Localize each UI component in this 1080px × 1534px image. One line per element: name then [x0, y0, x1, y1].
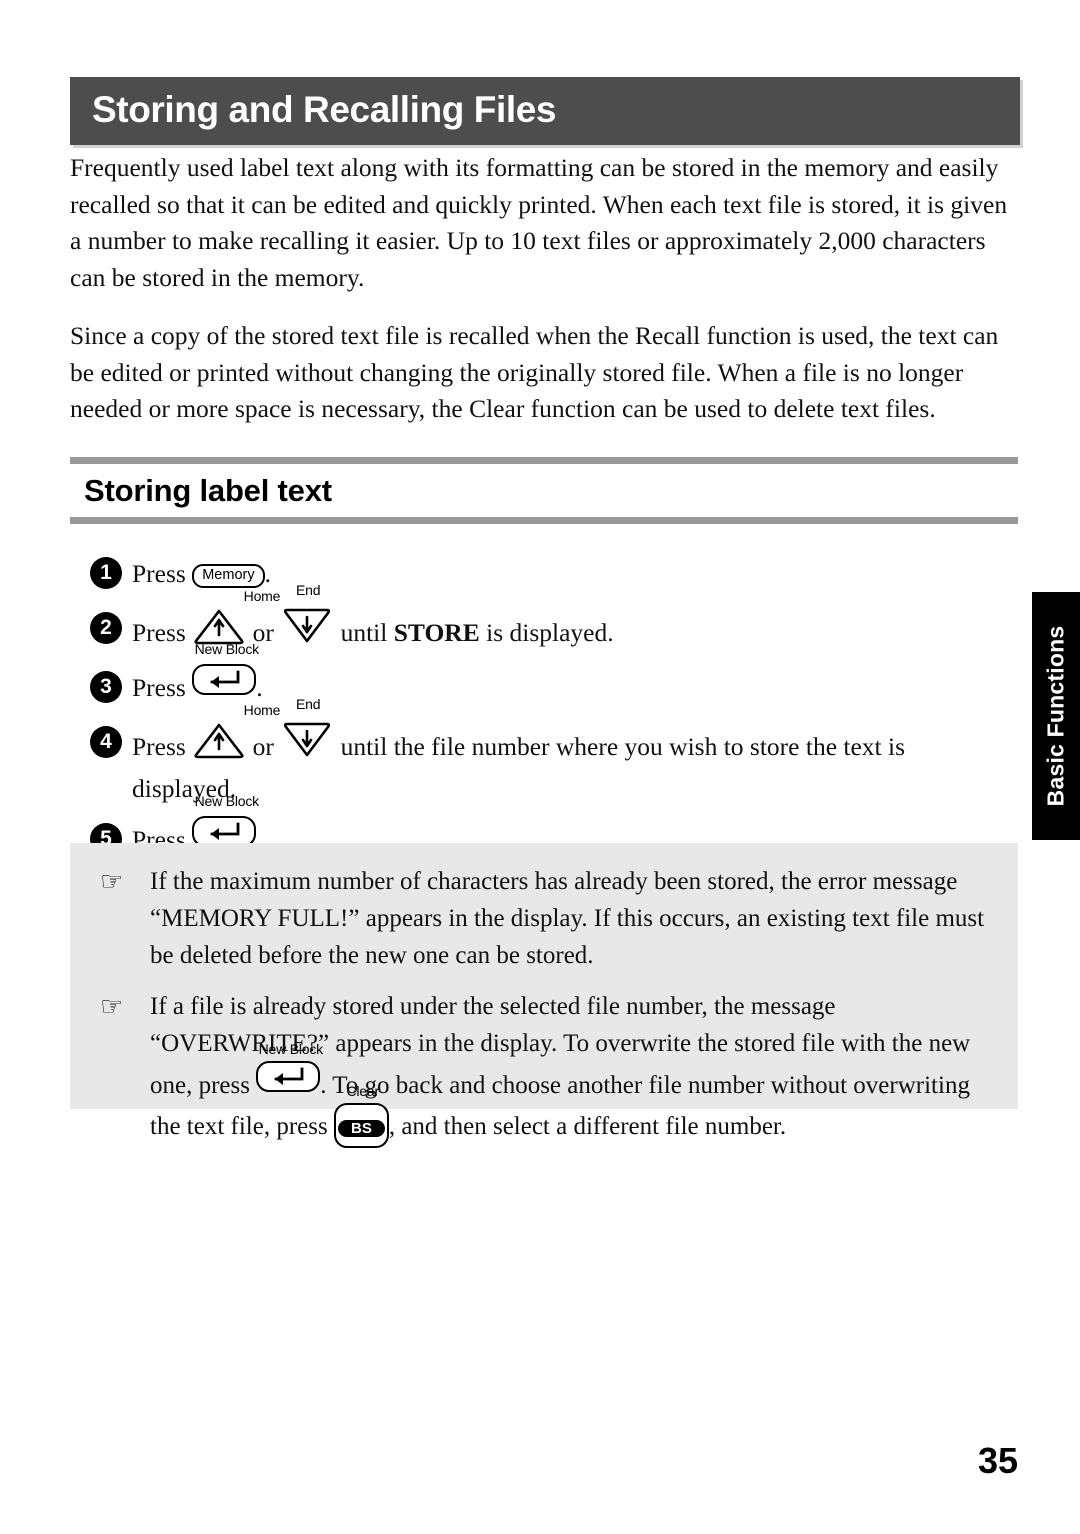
step-3: 3 Press New Block .	[70, 642, 1000, 713]
new-block-key-label: New Block	[258, 1041, 324, 1057]
section-heading: Storing label text	[84, 473, 332, 508]
end-key-label: End	[296, 696, 321, 712]
enter-key-body	[192, 664, 257, 695]
note-1: ☞ If the maximum number of characters ha…	[92, 863, 996, 974]
page-title: Storing and Recalling Files	[92, 89, 557, 131]
note-2-part-3: , and then select a different file numbe…	[388, 1113, 787, 1140]
clear-key-label: Clear	[346, 1083, 379, 1099]
step-number-badge: 2	[90, 612, 122, 644]
backspace-clear-key-icon[interactable]: Clear BS	[333, 1084, 389, 1149]
step-1: 1 Press Memory.	[70, 548, 1000, 599]
step-2-text-tail: is displayed.	[479, 618, 614, 647]
step-number-badge: 3	[90, 671, 122, 703]
intro-paragraph-2: Since a copy of the stored text file is …	[70, 321, 999, 423]
backspace-key-label: BS	[337, 1120, 385, 1137]
down-arrow-end-key-icon[interactable]: End	[280, 583, 334, 658]
procedure-steps: 1 Press Memory. 2 Press Home or End unti…	[70, 548, 1000, 869]
section-heading-block: Storing label text	[70, 457, 1018, 524]
intro-paragraph-1: Frequently used label text along with it…	[70, 153, 1008, 292]
backspace-key-body: BS	[333, 1103, 389, 1148]
memory-key-label: Memory	[192, 564, 265, 588]
down-arrow-end-key-icon[interactable]: End	[280, 697, 334, 768]
heading-rule-bottom	[70, 517, 1018, 524]
up-arrow-home-key-icon[interactable]: Home	[192, 703, 280, 768]
home-key-label: Home	[243, 702, 281, 718]
step-number-badge: 1	[90, 557, 122, 589]
home-key-label: Home	[243, 588, 281, 604]
enter-new-block-key-icon[interactable]: New Block	[256, 1042, 323, 1104]
step-1-text-after: .	[264, 559, 271, 588]
down-triangle-icon	[280, 721, 334, 759]
heading-rule-top	[70, 457, 1018, 464]
pointing-hand-icon: ☞	[100, 992, 124, 1022]
store-keyword: STORE	[393, 618, 480, 647]
note-1-text: If the maximum number of characters has …	[150, 868, 985, 969]
pointing-hand-icon: ☞	[100, 867, 124, 897]
notes-box: ☞ If the maximum number of characters ha…	[70, 843, 1018, 1148]
step-4-text-before: Press	[132, 732, 193, 761]
up-triangle-icon	[192, 607, 246, 645]
end-key-label: End	[296, 582, 321, 598]
side-tab-basic-functions: Basic Functions	[1032, 592, 1080, 840]
step-number-badge: 4	[90, 726, 122, 758]
step-3-text-before: Press	[132, 673, 193, 702]
step-1-text-before: Press	[132, 559, 193, 588]
side-tab-label: Basic Functions	[1042, 625, 1069, 807]
up-triangle-icon	[192, 721, 246, 759]
intro-section: Frequently used label text along with it…	[70, 150, 1018, 450]
note-2: ☞ If a file is already stored under the …	[92, 988, 996, 1149]
page-title-bar: Storing and Recalling Files	[70, 77, 1020, 145]
step-4-text-middle: or	[246, 732, 281, 761]
step-2-text-before: Press	[132, 618, 193, 647]
step-2-text-after: until	[334, 618, 394, 647]
down-triangle-icon	[280, 607, 334, 645]
enter-key-body	[256, 1061, 321, 1092]
step-3-text-after: .	[256, 673, 263, 702]
page-number: 35	[977, 1440, 1018, 1481]
new-block-key-label: New Block	[194, 793, 260, 809]
new-block-key-label: New Block	[194, 641, 260, 657]
